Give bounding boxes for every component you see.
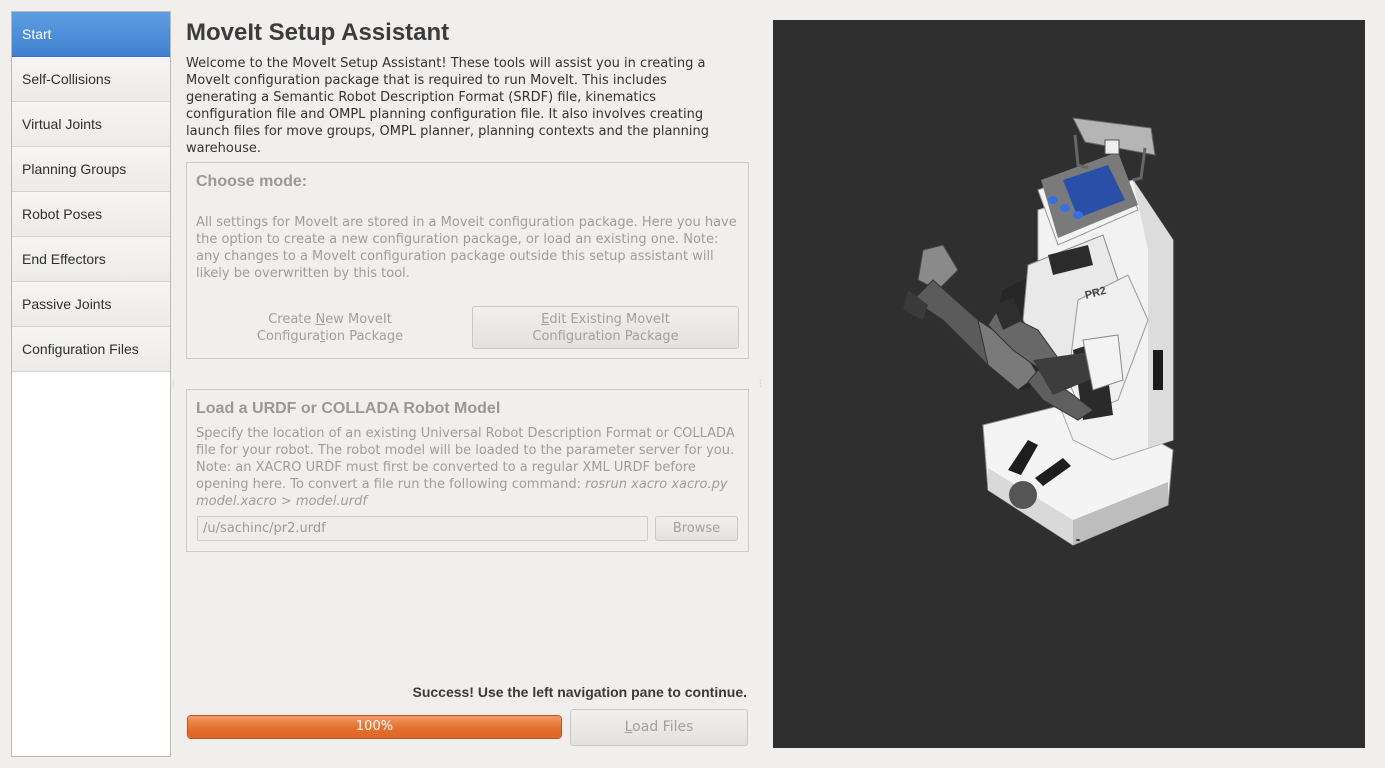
create-button-text-post: ew MoveIt	[325, 312, 392, 327]
edit-button-line1: Edit Existing MoveIt	[473, 311, 738, 328]
create-button-line1: Create New MoveIt	[197, 311, 463, 328]
robot-3d-viewport[interactable]: PR2	[773, 20, 1365, 748]
edit-button-text-post: dit Existing MoveIt	[549, 312, 670, 327]
load-urdf-group: Load a URDF or COLLADA Robot Model Speci…	[186, 389, 749, 552]
create-button-mnemonic: N	[315, 312, 326, 327]
splitter-handle-right[interactable]: · · ·	[759, 377, 762, 391]
intro-text: Welcome to the MoveIt Setup Assistant! T…	[186, 56, 710, 156]
status-message: Success! Use the left navigation pane to…	[412, 684, 747, 700]
choose-mode-group: Choose mode: All settings for MoveIt are…	[186, 162, 749, 359]
browse-button[interactable]: Browse	[655, 516, 738, 541]
urdf-path-input[interactable]: /u/sachinc/pr2.urdf	[197, 516, 648, 541]
choose-mode-title: Choose mode:	[196, 173, 308, 190]
splitter-handle-left[interactable]: · · ·	[172, 377, 175, 391]
main-panel: MoveIt Setup Assistant Welcome to the Mo…	[186, 18, 749, 157]
edit-button-line2: Configuration Package	[532, 329, 679, 344]
sidebar-item-virtual-joints[interactable]: Virtual Joints	[12, 102, 170, 147]
choose-mode-description: All settings for MoveIt are stored in a …	[196, 215, 737, 281]
sidebar-item-end-effectors[interactable]: End Effectors	[12, 237, 170, 282]
sidebar-item-configuration-files[interactable]: Configuration Files	[12, 327, 170, 372]
create-button-line2-pre: Configura	[256, 329, 321, 344]
progress-label: 100%	[355, 719, 394, 734]
sidebar-item-passive-joints[interactable]: Passive Joints	[12, 282, 170, 327]
edit-existing-package-button[interactable]: Edit Existing MoveIt Configuration Packa…	[472, 306, 739, 349]
create-new-package-button[interactable]: Create New MoveIt Configuration Package	[197, 311, 463, 347]
create-button-text-pre: Create	[268, 312, 316, 327]
load-urdf-title: Load a URDF or COLLADA Robot Model	[196, 400, 501, 417]
load-button-text: oad Files	[632, 719, 694, 735]
progress-bar: 100%	[187, 715, 562, 739]
navigation-sidebar: Start Self-Collisions Virtual Joints Pla…	[11, 11, 171, 757]
pr2-robot-render: PR2	[903, 117, 1174, 546]
page-title: MoveIt Setup Assistant	[186, 19, 450, 46]
load-urdf-description: Specify the location of an existing Univ…	[196, 425, 741, 510]
create-button-line2-post: ion Package	[325, 329, 404, 344]
load-files-button[interactable]: Load Files	[570, 709, 748, 746]
sidebar-item-self-collisions[interactable]: Self-Collisions	[12, 57, 170, 102]
sidebar-item-planning-groups[interactable]: Planning Groups	[12, 147, 170, 192]
sidebar-item-robot-poses[interactable]: Robot Poses	[12, 192, 170, 237]
sidebar-item-start[interactable]: Start	[12, 12, 170, 57]
create-button-line2: Configuration Package	[197, 328, 463, 345]
